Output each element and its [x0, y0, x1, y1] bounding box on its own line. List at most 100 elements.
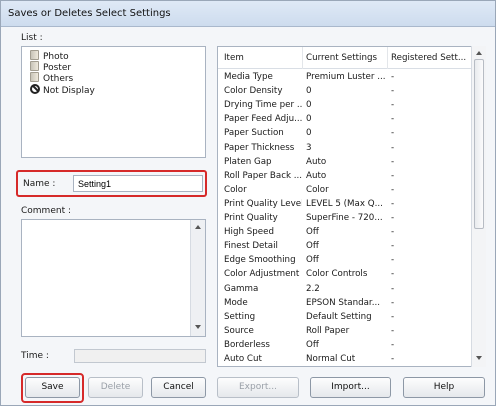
cell-current-setting: LEVEL 5 (Max Q...	[306, 198, 383, 209]
cell-current-setting: SuperFine - 720...	[306, 213, 383, 223]
list-label: List :	[21, 33, 43, 43]
table-row[interactable]: Borderless Off -	[218, 339, 472, 353]
import-button[interactable]: Import...	[310, 377, 391, 398]
column-header-current[interactable]: Current Settings	[306, 53, 387, 63]
comment-scrollbar[interactable]	[190, 220, 205, 336]
table-row[interactable]: Paper Feed Adju... 0 -	[218, 113, 472, 127]
settings-dialog: Saves or Deletes Select Settings List : …	[0, 0, 496, 406]
cell-item: Print Quality Level	[224, 198, 302, 209]
scroll-thumb[interactable]	[474, 59, 484, 229]
settings-list[interactable]: Photo Poster Others Not Display	[21, 46, 206, 158]
name-input[interactable]	[73, 175, 203, 192]
scroll-down-icon[interactable]	[476, 356, 482, 360]
table-row[interactable]: Print Quality SuperFine - 720... -	[218, 212, 472, 226]
table-row[interactable]: Drying Time per ... 0 -	[218, 99, 472, 113]
cell-current-setting: Auto	[306, 170, 327, 181]
cell-item: Color Adjustment	[224, 269, 300, 280]
title-bar: Saves or Deletes Select Settings	[1, 1, 495, 27]
table-row[interactable]: Paper Suction 0 -	[218, 127, 472, 141]
cell-registered-setting: -	[391, 255, 395, 266]
cell-item: Paper Feed Adju...	[224, 114, 302, 125]
export-button[interactable]: Export...	[217, 377, 299, 398]
cell-registered-setting: -	[391, 114, 395, 125]
table-row[interactable]: Edge Smoothing Off -	[218, 254, 472, 268]
table-row[interactable]: Source Roll Paper -	[218, 325, 472, 339]
comment-label: Comment :	[21, 206, 71, 216]
table-header: Item Current Settings Registered Sett...	[218, 47, 472, 69]
cell-item: Edge Smoothing	[224, 255, 296, 266]
table-row[interactable]: Finest Detail Off -	[218, 240, 472, 254]
cell-item: Media Type	[224, 72, 273, 82]
help-button[interactable]: Help	[403, 377, 485, 398]
table-row[interactable]: Media Type Premium Luster ... -	[218, 71, 472, 85]
table-row[interactable]: Color Adjustment Color Controls -	[218, 268, 472, 282]
cell-item: Finest Detail	[224, 241, 278, 252]
table-scrollbar[interactable]	[471, 46, 486, 367]
cell-item: Source	[224, 325, 254, 336]
cell-current-setting: 2.2	[306, 283, 320, 294]
time-label: Time :	[21, 351, 49, 361]
cell-registered-setting: -	[391, 142, 395, 153]
cell-current-setting: 3	[306, 142, 312, 153]
scroll-up-icon[interactable]	[476, 51, 482, 55]
table-row[interactable]: Auto Cut Normal Cut -	[218, 353, 472, 366]
cell-registered-setting: -	[391, 100, 395, 111]
cell-item: Print Quality	[224, 213, 278, 223]
cell-current-setting: Roll Paper	[306, 325, 350, 336]
table-row[interactable]: Color Color -	[218, 184, 472, 198]
name-label: Name :	[23, 179, 56, 189]
cell-registered-setting: -	[391, 297, 395, 308]
cell-registered-setting: -	[391, 213, 395, 223]
cell-current-setting: 0	[306, 114, 312, 125]
table-row[interactable]: Platen Gap Auto -	[218, 156, 472, 170]
folder-icon	[30, 61, 39, 71]
cell-item: Borderless	[224, 339, 270, 350]
cell-current-setting: 0	[306, 100, 312, 111]
cell-item: Platen Gap	[224, 156, 272, 167]
cell-current-setting: Color Controls	[306, 269, 368, 280]
table-row[interactable]: High Speed Off -	[218, 226, 472, 240]
cell-current-setting: EPSON Standar...	[306, 297, 380, 308]
cancel-button[interactable]: Cancel	[151, 377, 206, 398]
cell-registered-setting: -	[391, 227, 395, 238]
save-button[interactable]: Save	[25, 377, 80, 398]
cell-current-setting: Auto	[306, 156, 327, 167]
table-row[interactable]: Paper Thickness 3 -	[218, 142, 472, 156]
cell-item: High Speed	[224, 227, 274, 238]
list-item-not-display[interactable]: Not Display	[30, 84, 95, 96]
cell-current-setting: Off	[306, 241, 319, 252]
column-header-registered[interactable]: Registered Sett...	[391, 53, 471, 63]
cell-item: Auto Cut	[224, 354, 262, 364]
cell-registered-setting: -	[391, 339, 395, 350]
list-item-others[interactable]: Others	[30, 72, 73, 84]
delete-button[interactable]: Delete	[88, 377, 143, 398]
table-row[interactable]: Gamma 2.2 -	[218, 283, 472, 297]
cell-item: Color Density	[224, 86, 283, 97]
cell-item: Paper Thickness	[224, 142, 295, 153]
cell-current-setting: Off	[306, 255, 319, 266]
column-header-item[interactable]: Item	[224, 53, 302, 63]
cell-registered-setting: -	[391, 170, 395, 181]
table-row[interactable]: Setting Default Setting -	[218, 311, 472, 325]
settings-table[interactable]: Item Current Settings Registered Sett...…	[217, 46, 486, 367]
folder-icon	[30, 50, 39, 60]
cell-registered-setting: -	[391, 311, 395, 322]
table-row[interactable]: Color Density 0 -	[218, 85, 472, 99]
cell-registered-setting: -	[391, 86, 395, 97]
comment-textarea[interactable]	[21, 219, 206, 337]
table-row[interactable]: Roll Paper Back ... Auto -	[218, 170, 472, 184]
cell-current-setting: Default Setting	[306, 311, 372, 322]
cell-current-setting: Off	[306, 227, 319, 238]
table-row[interactable]: Mode EPSON Standar... -	[218, 297, 472, 311]
folder-icon	[30, 72, 39, 82]
scroll-down-icon[interactable]	[195, 325, 201, 329]
table-row[interactable]: Print Quality Level LEVEL 5 (Max Q... -	[218, 198, 472, 212]
cell-registered-setting: -	[391, 184, 395, 195]
scroll-up-icon[interactable]	[195, 225, 201, 229]
no-entry-icon	[30, 84, 40, 94]
time-field	[74, 349, 206, 363]
cell-item: Gamma	[224, 283, 259, 294]
cell-item: Mode	[224, 297, 248, 308]
cell-current-setting: 0	[306, 128, 312, 139]
cell-current-setting: Normal Cut	[306, 354, 356, 364]
